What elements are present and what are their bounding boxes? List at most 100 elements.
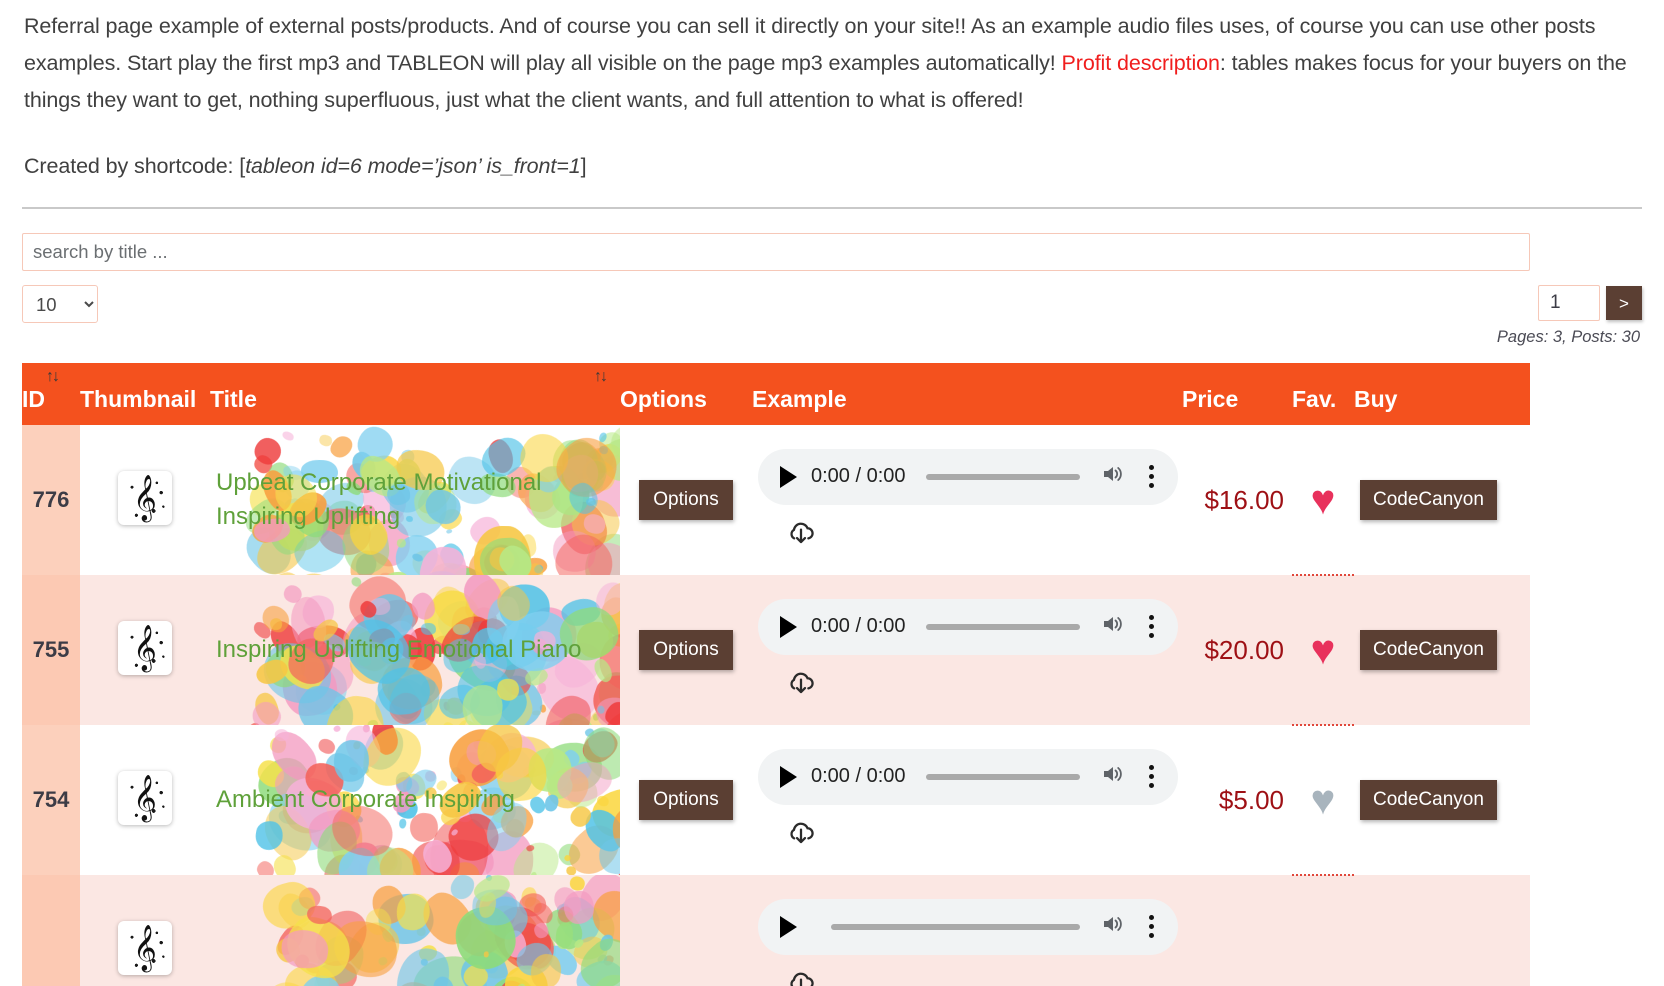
audio-progress-slider[interactable] (925, 773, 1080, 780)
column-header-fav: Fav. (1292, 363, 1354, 425)
cell-buy (1354, 875, 1530, 986)
music-note-thumbnail-icon[interactable]: 𝄞 (118, 470, 172, 525)
column-header-id[interactable]: ↑↓ ID (22, 363, 80, 425)
note-specks-decoration (118, 620, 172, 675)
music-note-thumbnail-icon[interactable]: 𝄞 (118, 620, 172, 675)
kebab-menu-icon[interactable] (1140, 765, 1162, 788)
cell-title: Inspiring Uplifting Emotional Piano (210, 575, 620, 725)
column-header-price[interactable]: ↑↓ Price (1182, 363, 1342, 425)
table-row: 754 𝄞 Ambient Corporate Inspiring Options 0:… (22, 725, 1530, 876)
cell-example: 0:00 / 0:00 (752, 725, 1182, 875)
kebab-menu-icon[interactable] (1140, 465, 1162, 488)
results-table-wrapper: ↑↓ ID Thumbnail ↑↓ Title Options Example (22, 363, 1642, 986)
cell-title: Ambient Corporate Inspiring (210, 725, 620, 875)
play-icon[interactable] (780, 615, 797, 638)
column-label-thumbnail: Thumbnail (80, 386, 197, 412)
volume-icon[interactable] (1100, 762, 1126, 791)
note-specks-decoration (118, 920, 172, 975)
page-number-input[interactable] (1538, 285, 1600, 321)
column-header-title[interactable]: ↑↓ Title (210, 363, 620, 425)
volume-icon[interactable] (1100, 612, 1126, 641)
column-label-id: ID (22, 386, 45, 412)
music-note-thumbnail-icon[interactable]: 𝄞 (118, 770, 172, 825)
audio-player[interactable]: 0:00 / 0:00 (758, 448, 1178, 505)
column-label-options: Options (620, 386, 707, 412)
audio-player[interactable]: 0:00 / 0:00 (758, 748, 1178, 805)
next-page-button[interactable]: > (1606, 286, 1642, 320)
column-label-fav: Fav. (1292, 386, 1337, 412)
cell-price: $20.00 (1204, 634, 1284, 665)
sort-icon-title[interactable]: ↑↓ (594, 368, 608, 386)
column-header-buy: Buy (1354, 363, 1530, 425)
note-specks-decoration (118, 770, 172, 825)
cell-thumbnail: 𝄞 (80, 725, 210, 875)
download-cloud-icon[interactable] (784, 665, 818, 702)
options-button[interactable]: Options (639, 780, 733, 820)
cell-options: Options (620, 425, 752, 575)
cell-buy: CodeCanyon (1354, 575, 1530, 725)
cell-fav: ♥ (1292, 575, 1354, 726)
profit-description-label: Profit description (1061, 51, 1220, 75)
cell-price: $5.00 (1218, 784, 1284, 815)
per-page-select[interactable]: 102550100 (22, 285, 98, 323)
buy-button[interactable]: CodeCanyon (1360, 630, 1497, 670)
shortcode-suffix: ] (580, 154, 587, 178)
cell-fav: ♥ (1292, 725, 1354, 876)
audio-progress-slider[interactable] (831, 923, 1080, 930)
options-button[interactable]: Options (639, 480, 733, 520)
cell-example: 0:00 / 0:00 (752, 425, 1182, 575)
pages-posts-info: Pages: 3, Posts: 30 (1496, 328, 1640, 346)
cell-price (1182, 875, 1292, 986)
cell-options: Options (620, 725, 752, 875)
kebab-menu-icon[interactable] (1140, 615, 1162, 638)
audio-player[interactable]: 0:00 / 0:00 (758, 598, 1178, 655)
post-title-link[interactable]: Ambient Corporate Inspiring (210, 783, 620, 817)
play-icon[interactable] (780, 465, 797, 488)
sort-icon-id[interactable]: ↑↓ (46, 368, 60, 386)
buy-button[interactable]: CodeCanyon (1360, 780, 1497, 820)
table-row: 755 𝄞 Inspiring Uplifting Emotional Piano O… (22, 575, 1530, 726)
download-cloud-icon[interactable] (784, 815, 818, 852)
favorite-heart-icon[interactable]: ♥ (1311, 629, 1336, 671)
play-icon[interactable] (780, 765, 797, 788)
post-title-link[interactable]: Inspiring Uplifting Emotional Piano (210, 633, 620, 667)
audio-progress-slider[interactable] (925, 473, 1080, 480)
pagination-controls: > (1538, 285, 1642, 321)
cell-buy: CodeCanyon (1354, 425, 1530, 575)
cell-thumbnail: 𝄞 (80, 575, 210, 725)
page-root: Referral page example of external posts/… (0, 0, 1664, 986)
download-cloud-icon[interactable] (784, 515, 818, 552)
music-note-thumbnail-icon[interactable]: 𝄞 (118, 920, 172, 975)
post-title-link[interactable]: Upbeat Corporate Motivational Inspiring … (210, 466, 620, 534)
column-label-price: Price (1182, 386, 1239, 412)
column-header-options: Options (620, 363, 752, 425)
options-button[interactable]: Options (639, 630, 733, 670)
kebab-menu-icon[interactable] (1140, 915, 1162, 938)
cell-title: Upbeat Corporate Motivational Inspiring … (210, 425, 620, 575)
audio-progress-slider[interactable] (925, 623, 1080, 630)
buy-button[interactable]: CodeCanyon (1360, 480, 1497, 520)
intro-spacer (24, 119, 1640, 148)
paint-splash-background (210, 875, 620, 986)
favorite-heart-icon[interactable]: ♥ (1311, 479, 1336, 521)
audio-time-display: 0:00 / 0:00 (811, 465, 906, 487)
cell-fav (1292, 875, 1354, 986)
cell-title (210, 875, 620, 986)
volume-icon[interactable] (1100, 912, 1126, 941)
play-icon[interactable] (780, 915, 797, 938)
table-head: ↑↓ ID Thumbnail ↑↓ Title Options Example (22, 363, 1530, 425)
search-input[interactable] (22, 233, 1530, 271)
column-label-title: Title (210, 386, 257, 412)
audio-player[interactable] (758, 898, 1178, 955)
intro-paragraph: Referral page example of external posts/… (24, 8, 1640, 119)
table-controls: 102550100 > Pages: 3, Posts: 30 (0, 233, 1664, 347)
favorite-heart-icon[interactable]: ♥ (1311, 779, 1336, 821)
cell-buy: CodeCanyon (1354, 725, 1530, 875)
shortcode-prefix: Created by shortcode: [ (24, 154, 246, 178)
download-cloud-icon[interactable] (784, 965, 818, 986)
volume-icon[interactable] (1100, 462, 1126, 491)
column-label-buy: Buy (1354, 386, 1398, 412)
table-body: 776 𝄞 Upbeat Corporate Motivational Inspir… (22, 425, 1530, 986)
shortcode-code: tableon id=6 mode=’json’ is_front=1 (245, 154, 581, 178)
note-specks-decoration (118, 470, 172, 525)
